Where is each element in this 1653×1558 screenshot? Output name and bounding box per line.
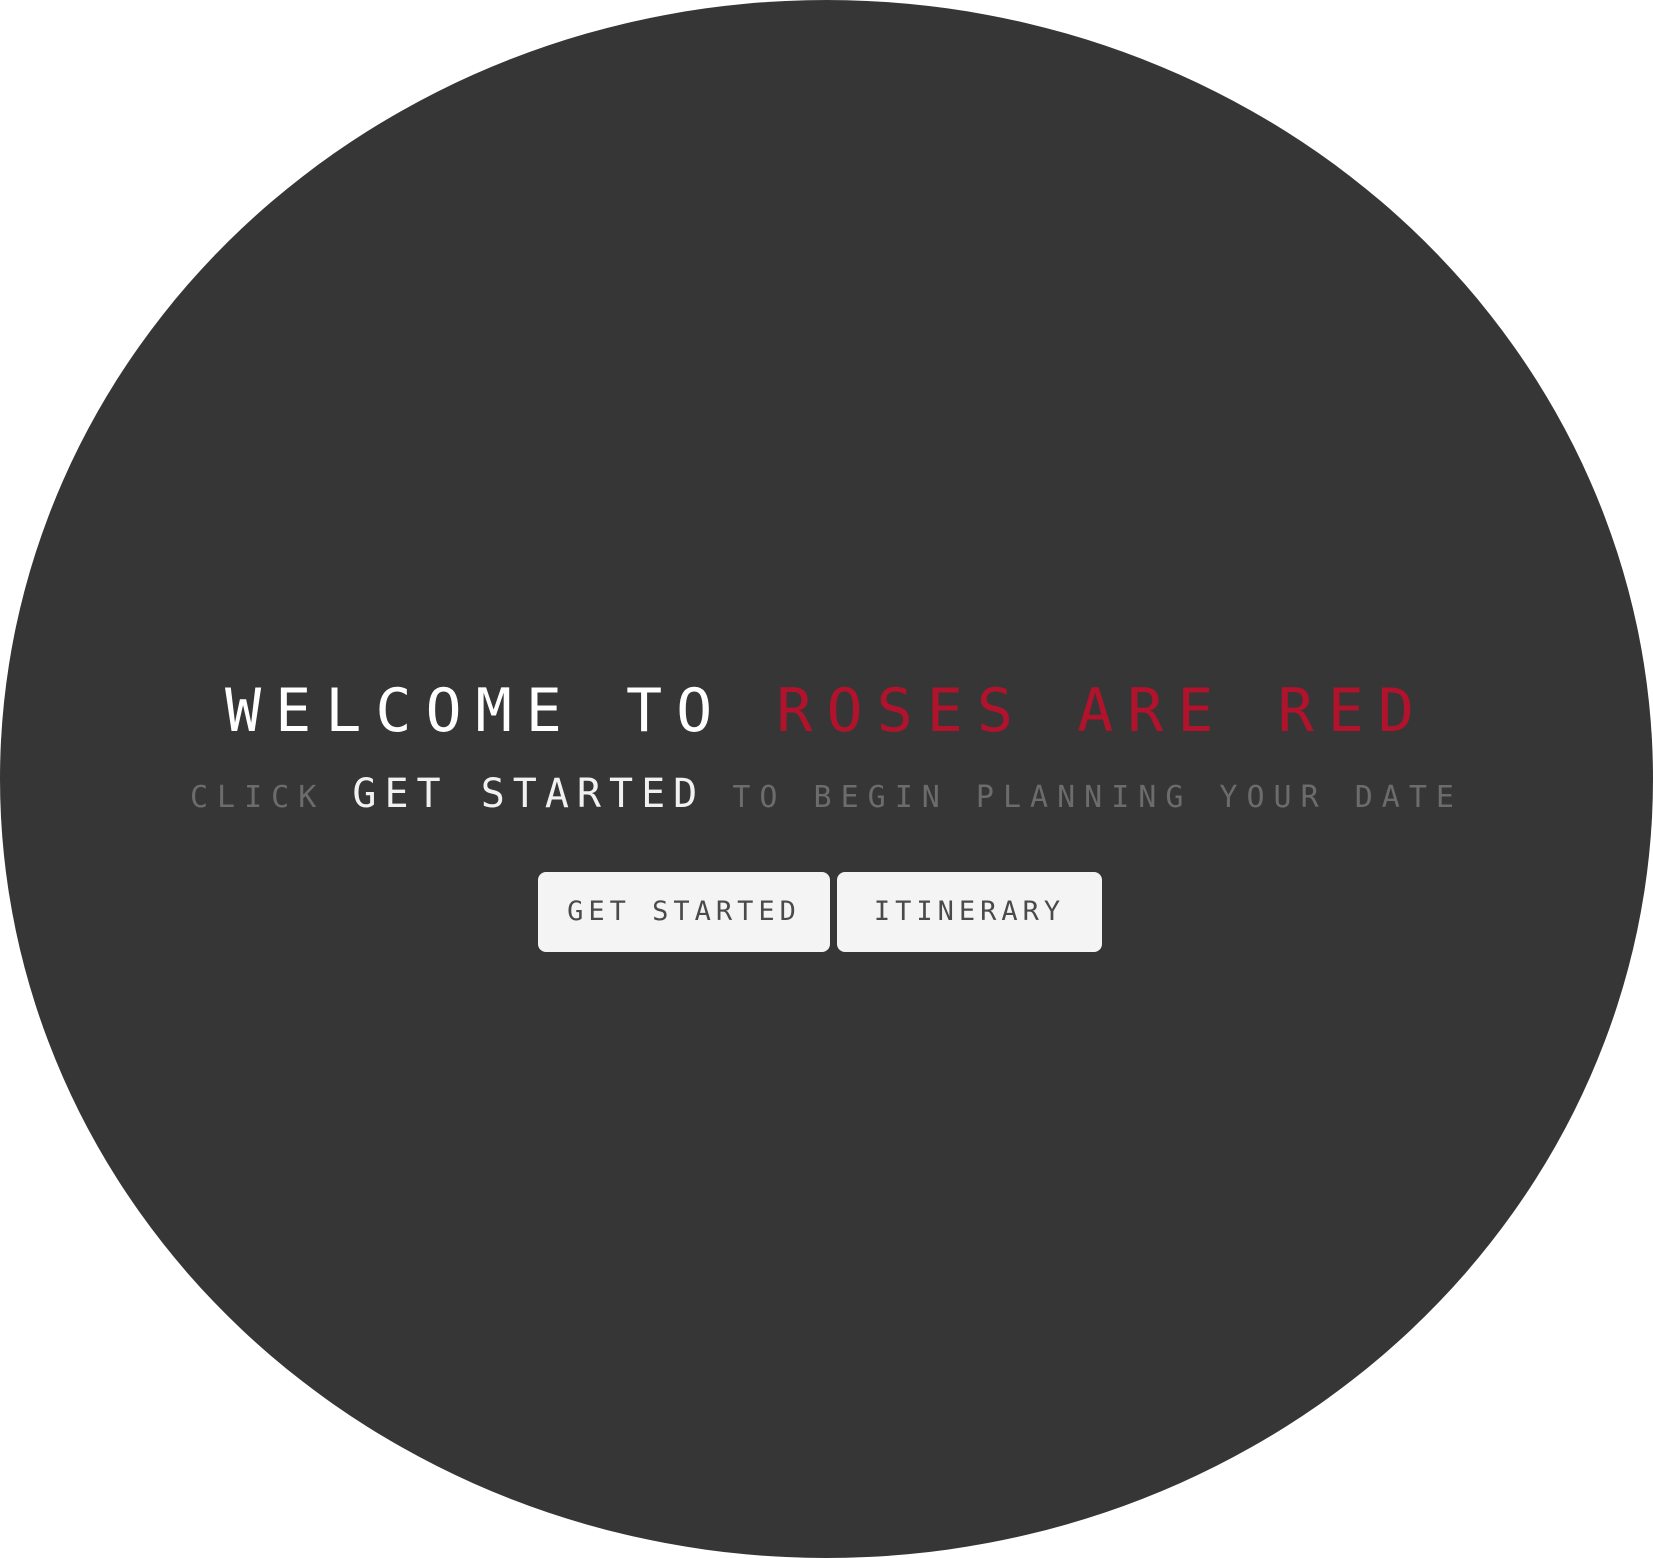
hero-title: WELCOME TO ROSES ARE RED (0, 676, 1653, 746)
brand-name: ROSES ARE RED (776, 676, 1428, 746)
subtitle-highlight: GET STARTED (352, 771, 706, 817)
hero-subtitle: CLICK GET STARTED TO BEGIN PLANNING YOUR… (0, 772, 1653, 820)
get-started-button[interactable]: GET STARTED (538, 872, 830, 952)
title-prefix: WELCOME TO (225, 676, 727, 746)
page: WELCOME TO ROSES ARE RED CLICK GET START… (0, 0, 1653, 1558)
itinerary-button[interactable]: ITINERARY (837, 872, 1102, 952)
subtitle-before: CLICK (189, 780, 326, 815)
subtitle-after: TO BEGIN PLANNING YOUR DATE (732, 780, 1463, 815)
hero-section: WELCOME TO ROSES ARE RED CLICK GET START… (0, 0, 1653, 1558)
